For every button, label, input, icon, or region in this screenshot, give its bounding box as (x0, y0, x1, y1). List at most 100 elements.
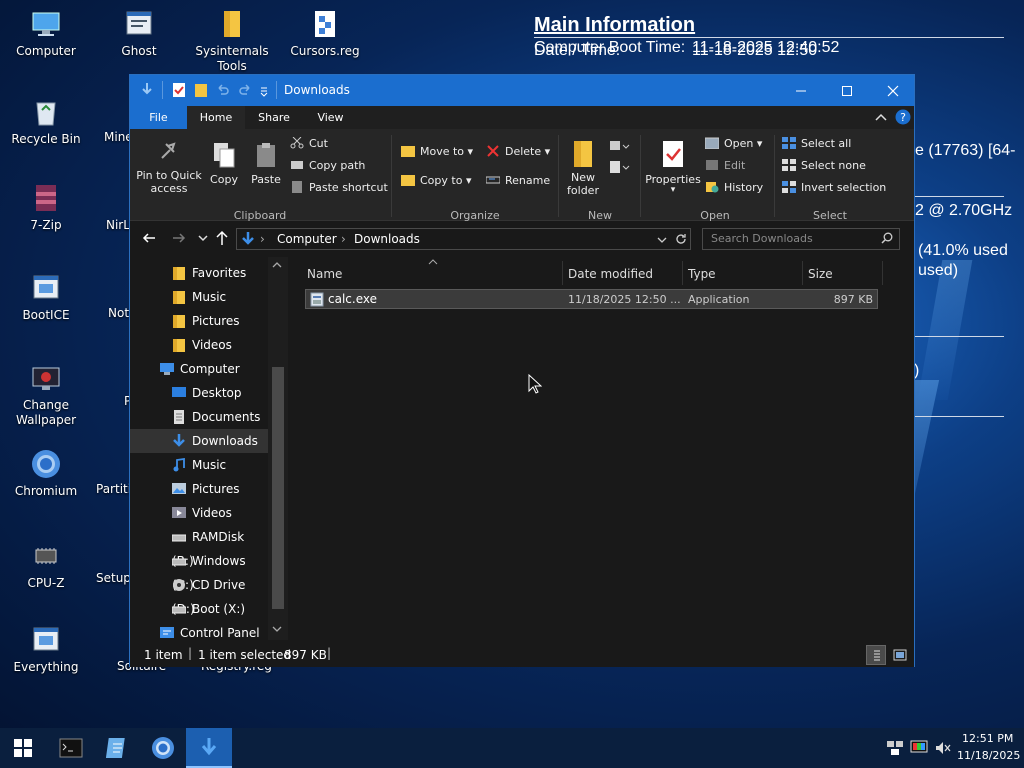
paste-button[interactable]: Paste (248, 141, 284, 186)
file-list[interactable]: Name Date modified Type Size calc.exe 11… (290, 257, 914, 640)
sidebar-item-cd-drive-d[interactable]: CD Drive (D:) (130, 573, 268, 616)
sidebar-item-ramdisk-b[interactable]: RAMDisk (B:) (130, 525, 268, 568)
up-arrow-icon[interactable] (216, 230, 228, 246)
desktop-icon-7zip[interactable]: 7-Zip (2, 182, 90, 233)
chip-icon (35, 548, 57, 564)
column-header-name[interactable]: Name (307, 267, 342, 281)
invert-selection-button[interactable]: Invert selection (782, 181, 886, 194)
rename-button[interactable]: Rename (486, 174, 550, 187)
taskbar-chromium[interactable] (140, 728, 186, 768)
clock-date[interactable]: 11/18/2025 (957, 749, 1020, 762)
desktop-icon-ghost[interactable]: Ghost (95, 8, 183, 59)
desktop-icon-change-wallpaper[interactable]: Change Wallpaper (2, 362, 90, 428)
title-bar[interactable]: Downloads (130, 75, 914, 106)
table-row[interactable]: calc.exe 11/18/2025 12:50 ... Applicatio… (305, 289, 878, 309)
nav-scroll-thumb[interactable] (272, 367, 284, 609)
tab-file[interactable]: File (130, 106, 187, 129)
copy-path-button[interactable]: Copy path (290, 159, 365, 172)
explorer-window[interactable]: Downloads File Home Share View ? Pin to … (129, 74, 915, 667)
maximize-button[interactable] (824, 75, 870, 106)
column-header-type[interactable]: Type (688, 267, 716, 281)
history-button[interactable]: History (705, 181, 763, 194)
chevron-down-icon[interactable] (259, 82, 269, 98)
sidebar-item-desktop[interactable]: Desktop (130, 381, 268, 405)
properties-quick-icon[interactable] (172, 82, 186, 98)
sidebar-item-pictures[interactable]: Pictures (130, 477, 268, 501)
help-icon[interactable]: ? (895, 109, 911, 125)
new-folder-quick-icon[interactable] (194, 82, 208, 98)
sidebar-item-favorites[interactable]: Favorites (130, 261, 268, 285)
sidebar-item-videos[interactable]: Videos (130, 501, 268, 525)
minimize-button[interactable] (778, 75, 824, 106)
downloads-icon (242, 232, 254, 245)
tab-view[interactable]: View (303, 106, 358, 129)
address-bar[interactable]: › Computer › Downloads (236, 228, 691, 250)
delete-button[interactable]: Delete ▾ (486, 145, 550, 158)
breadcrumb-computer[interactable]: Computer (277, 232, 337, 246)
sidebar-item-control-panel[interactable]: Control Panel (130, 621, 268, 645)
navigation-pane[interactable]: Favorites Music Pictures Videos Computer Desk… (130, 257, 288, 640)
copy-to-button[interactable]: Copy to ▾ (401, 174, 471, 187)
display-icon[interactable] (910, 740, 928, 756)
recent-locations-chevron-icon[interactable] (198, 234, 208, 242)
select-all-button[interactable]: Select all (782, 137, 851, 150)
select-none-button[interactable]: Select none (782, 159, 866, 172)
taskbar-notepad[interactable] (94, 728, 140, 768)
desktop-icon-chromium[interactable]: Chromium (2, 448, 90, 499)
desktop-icon-bootice[interactable]: BootICE (2, 272, 90, 323)
desktop-icon-recycle-bin[interactable]: Recycle Bin (2, 96, 90, 147)
tab-home[interactable]: Home (187, 106, 245, 129)
details-view-button[interactable] (866, 645, 886, 665)
nav-scrollbar[interactable] (268, 257, 288, 640)
desktop-icon-cpu-z[interactable]: CPU-Z (2, 540, 90, 591)
sidebar-item-downloads[interactable]: Downloads (130, 429, 268, 453)
undo-icon[interactable] (216, 82, 230, 98)
sidebar-item-music[interactable]: Music (130, 453, 268, 477)
column-header-date-modified[interactable]: Date modified (568, 267, 653, 281)
scroll-down-chevron-icon[interactable] (272, 625, 282, 633)
cut-button[interactable]: Cut (290, 137, 328, 150)
forward-arrow-icon[interactable] (172, 232, 186, 244)
sidebar-item-boot-x[interactable]: Boot (X:) (130, 597, 268, 621)
sidebar-item-pictures[interactable]: Pictures (130, 309, 268, 333)
column-header-size[interactable]: Size (808, 267, 833, 281)
sidebar-item-documents[interactable]: Documents (130, 405, 268, 429)
redo-icon[interactable] (238, 82, 252, 98)
taskbar-command-prompt[interactable] (48, 728, 94, 768)
back-arrow-icon[interactable] (142, 232, 156, 244)
paste-shortcut-button[interactable]: Paste shortcut (290, 181, 388, 194)
copy-button[interactable]: Copy (208, 141, 240, 186)
sidebar-item-computer[interactable]: Computer (130, 357, 268, 381)
scroll-up-chevron-icon[interactable] (272, 261, 282, 269)
properties-button[interactable]: Properties ▾ (645, 139, 701, 195)
large-icons-view-button[interactable] (890, 645, 910, 665)
refresh-icon[interactable] (675, 233, 687, 245)
breadcrumb-downloads[interactable]: Downloads (354, 232, 420, 246)
open-button[interactable]: Open ▾ (705, 137, 762, 150)
sidebar-item-videos[interactable]: Videos (130, 333, 268, 357)
search-input[interactable]: Search Downloads (702, 228, 900, 250)
move-to-button[interactable]: Move to ▾ (401, 145, 473, 158)
taskbar-file-explorer-active[interactable] (186, 728, 232, 768)
recycle-bin-icon (36, 102, 56, 126)
volume-muted-icon[interactable] (934, 740, 952, 756)
close-button[interactable] (870, 75, 916, 106)
collapse-ribbon-icon[interactable] (875, 112, 887, 122)
down-arrow-icon[interactable] (140, 82, 154, 98)
pin-to-quick-access-button[interactable]: Pin to Quick access (136, 141, 202, 195)
sidebar-item-music[interactable]: Music (130, 285, 268, 309)
tab-share[interactable]: Share (245, 106, 303, 129)
desktop-icon-sysinternals[interactable]: Sysinternals Tools (188, 8, 276, 74)
sidebar-item-windows-c[interactable]: Windows (C:) (130, 549, 268, 592)
address-dropdown-chevron-icon[interactable] (657, 236, 667, 244)
network-icon[interactable] (886, 740, 904, 756)
desktop-icon-everything[interactable]: Everything (2, 624, 90, 675)
desktop-icon-cursors-reg[interactable]: Cursors.reg (281, 8, 369, 59)
start-button[interactable] (0, 728, 46, 768)
new-item-icon[interactable] (607, 139, 631, 179)
edit-button[interactable]: Edit (705, 159, 745, 172)
clock-time[interactable]: 12:51 PM (962, 732, 1013, 745)
folder-icon (173, 291, 185, 304)
desktop-icon-computer[interactable]: Computer (2, 8, 90, 59)
new-folder-button[interactable]: New folder (564, 139, 602, 197)
